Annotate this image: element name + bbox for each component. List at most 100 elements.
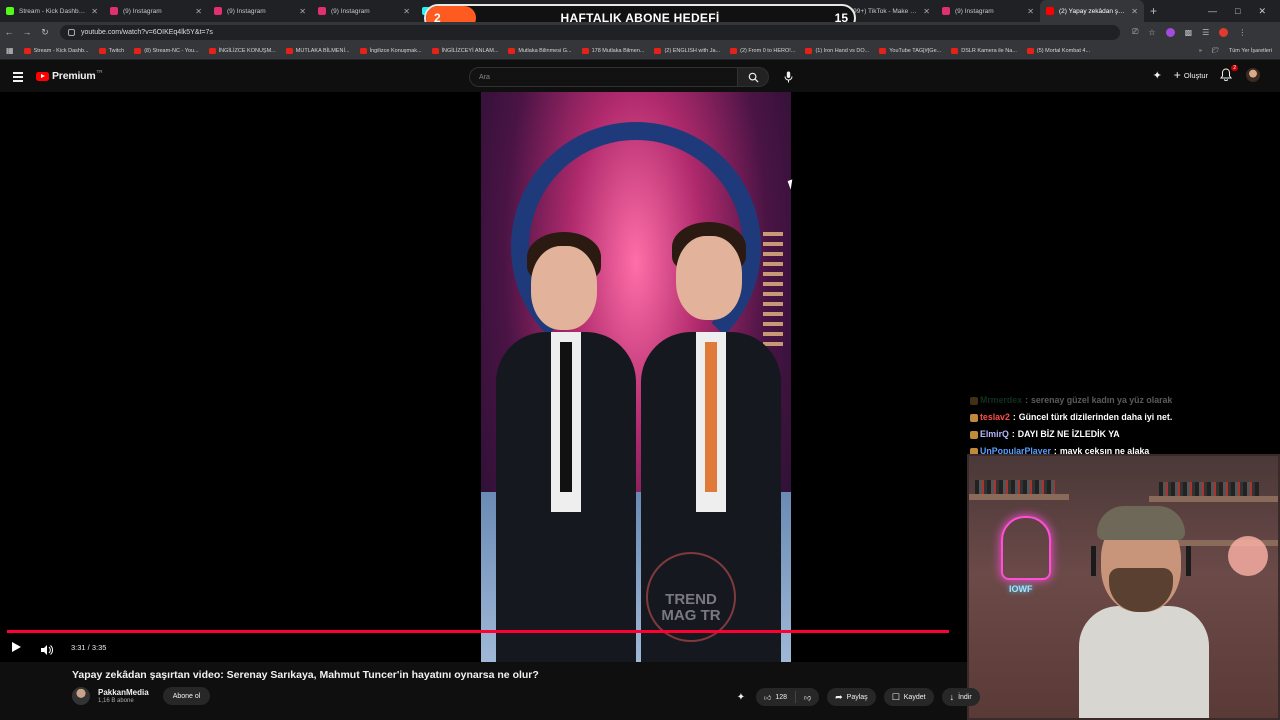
bookmark-label: Stream - Kick Dashb...	[33, 47, 89, 54]
browser-tab[interactable]: (2) Yapay zekâdan şaşırta ✕	[1040, 0, 1144, 22]
search-button[interactable]	[738, 67, 769, 87]
tab-close-icon[interactable]: ✕	[91, 7, 98, 16]
bookmark-item[interactable]: Mutlaka Bilinmesi G...	[508, 47, 572, 54]
spark-icon[interactable]: ✦	[1153, 69, 1162, 82]
save-button[interactable]: ☐ Kaydet	[883, 688, 934, 706]
menu-dots-icon[interactable]: ⋮	[1238, 28, 1246, 37]
youtube-premium-logo[interactable]: Premium TR	[36, 68, 103, 82]
bookmark-item[interactable]: 178 Mutlaka Bilmen...	[581, 47, 644, 54]
bookmark-item[interactable]: DSLR Kamera ile Na...	[951, 47, 1017, 54]
bookmark-favicon-icon	[359, 47, 367, 54]
bookmark-favicon-icon	[431, 47, 439, 54]
share-button[interactable]: ➦ Paylaş	[827, 688, 876, 706]
bookmark-item[interactable]: YouTube TAG[#]Ge...	[879, 47, 941, 54]
hamburger-menu-icon[interactable]	[13, 72, 23, 84]
chat-separator: :	[1011, 429, 1015, 439]
tab-close-icon[interactable]: ✕	[299, 7, 306, 16]
bookmark-label: (2) ENGLISH with Ja...	[664, 47, 721, 54]
tab-close-icon[interactable]: ✕	[923, 7, 930, 16]
browser-tab[interactable]: Stream - Kick Dashboard ✕	[0, 0, 104, 22]
bookmark-favicon-icon	[879, 47, 887, 54]
neon-sign	[1001, 516, 1051, 580]
browser-tab[interactable]: (9) Instagram ✕	[312, 0, 416, 22]
channel-name[interactable]: PakkanMedia	[98, 688, 149, 697]
all-bookmarks-button[interactable]: » 📁︎ Tüm Yer İşaretleri	[1199, 42, 1272, 60]
microphone-icon	[784, 71, 792, 83]
tab-close-icon[interactable]: ✕	[1131, 7, 1138, 16]
dislike-button[interactable]: 👎︎	[796, 693, 819, 702]
chat-text: serenay güzel kadın ya yüz olarak	[1031, 395, 1173, 405]
all-bookmarks-label: Tüm Yer İşaretleri	[1228, 48, 1272, 54]
video-progress-bar[interactable]	[7, 630, 949, 633]
bookmark-favicon-icon	[285, 47, 293, 54]
logo-region: TR	[96, 68, 103, 74]
goal-target-value: 15	[834, 11, 848, 25]
notification-count-badge: 2	[1231, 65, 1238, 71]
chat-username: ElmirQ	[980, 429, 1009, 439]
apps-grid-icon[interactable]: ▦	[6, 46, 14, 55]
bookmark-item[interactable]: Stream - Kick Dashb...	[23, 47, 89, 54]
bookmark-star-icon[interactable]: ☆	[1148, 28, 1155, 37]
minimize-icon[interactable]: —	[1208, 6, 1217, 16]
profile-icon[interactable]	[1219, 27, 1229, 37]
volume-icon[interactable]	[41, 642, 53, 655]
close-window-icon[interactable]: ✕	[1258, 6, 1266, 17]
browser-tab[interactable]: (9) Instagram ✕	[208, 0, 312, 22]
bookmark-item[interactable]: (1) Iron Hand vs DO...	[805, 47, 869, 54]
bookmark-item[interactable]: İNGİLİZCEYİ ANLAM...	[431, 47, 499, 54]
media-icon[interactable]: ☰	[1202, 28, 1209, 37]
chat-badge-icon	[970, 430, 978, 439]
forward-icon[interactable]: →	[18, 27, 36, 37]
tab-close-icon[interactable]: ✕	[1027, 7, 1034, 16]
voice-search-button[interactable]	[779, 68, 797, 86]
browser-tab[interactable]: (9) Instagram ✕	[936, 0, 1040, 22]
bookmark-favicon-icon	[98, 47, 106, 54]
bookmark-item[interactable]: (2) ENGLISH with Ja...	[654, 47, 721, 54]
url-field[interactable]: youtube.com/watch?v=6OIKEq4lk5Y&t=7s	[60, 24, 1120, 40]
search-input[interactable]: Ara	[469, 67, 738, 87]
folder-icon: 📁︎	[1211, 48, 1219, 54]
notifications-button[interactable]: 2	[1220, 65, 1238, 82]
tab-favicon-icon	[1046, 7, 1054, 15]
window-controls: — □ ✕	[1208, 0, 1280, 22]
subscribe-button[interactable]: Abone ol	[162, 687, 211, 705]
account-avatar[interactable]	[1246, 68, 1260, 82]
chat-badge-icon	[970, 413, 978, 422]
channel-avatar[interactable]	[72, 687, 90, 705]
youtube-header: Premium TR Ara ✦ + Oluştur 2	[0, 60, 1280, 92]
tab-close-icon[interactable]: ✕	[403, 7, 410, 16]
video-frame[interactable]: TREND MAG TR	[481, 92, 791, 662]
site-info-icon[interactable]	[68, 28, 75, 36]
reload-icon[interactable]: ↻	[36, 27, 54, 38]
tab-title: (2) Yapay zekâdan şaşırta	[1059, 7, 1128, 15]
install-icon[interactable]: ⎚	[1132, 27, 1138, 37]
bookmark-item[interactable]: (8) Stream-NC - You...	[134, 47, 199, 54]
download-button[interactable]: ↓ İndir	[941, 688, 980, 706]
bookmark-label: İNGİLİZCEYİ ANLAM...	[441, 47, 499, 54]
bookmark-item[interactable]: İNGİLİZCE KONUŞM...	[208, 47, 276, 54]
restore-icon[interactable]: □	[1235, 6, 1240, 16]
bookmark-item[interactable]: Twitch	[98, 47, 125, 54]
extensions-puzzle-icon[interactable]: ▩	[1185, 28, 1193, 37]
tab-close-icon[interactable]: ✕	[195, 7, 202, 16]
bookmark-label: Twitch	[108, 47, 125, 54]
chat-separator: :	[1025, 395, 1028, 405]
tab-title: (9) Instagram	[955, 7, 994, 15]
play-icon[interactable]	[12, 642, 21, 652]
logo-text: Premium	[52, 70, 96, 82]
bookmark-item[interactable]: İngilizce Konuşmak...	[359, 47, 422, 54]
bookmark-favicon-icon	[1026, 47, 1034, 54]
bookmark-item[interactable]: (5) Mortal Kombat 4...	[1026, 47, 1090, 54]
search-icon	[748, 72, 759, 83]
bookmark-item[interactable]: (2) From 0 to HERO!...	[730, 47, 795, 54]
ask-ai-icon[interactable]: ✦	[734, 690, 748, 704]
new-tab-icon[interactable]: +	[1150, 4, 1157, 18]
extension-icon[interactable]	[1165, 27, 1175, 37]
create-button[interactable]: + Oluştur	[1174, 69, 1208, 81]
back-icon[interactable]: ←	[0, 27, 18, 37]
browser-tab[interactable]: (9) Instagram ✕	[104, 0, 208, 22]
bookmark-label: İngilizce Konuşmak...	[369, 47, 422, 54]
like-button[interactable]: 👍︎ 128	[756, 691, 797, 703]
bookmark-item[interactable]: MUTLAKA BİLMENİ...	[285, 47, 350, 54]
more-bookmarks-icon[interactable]: »	[1199, 48, 1202, 54]
